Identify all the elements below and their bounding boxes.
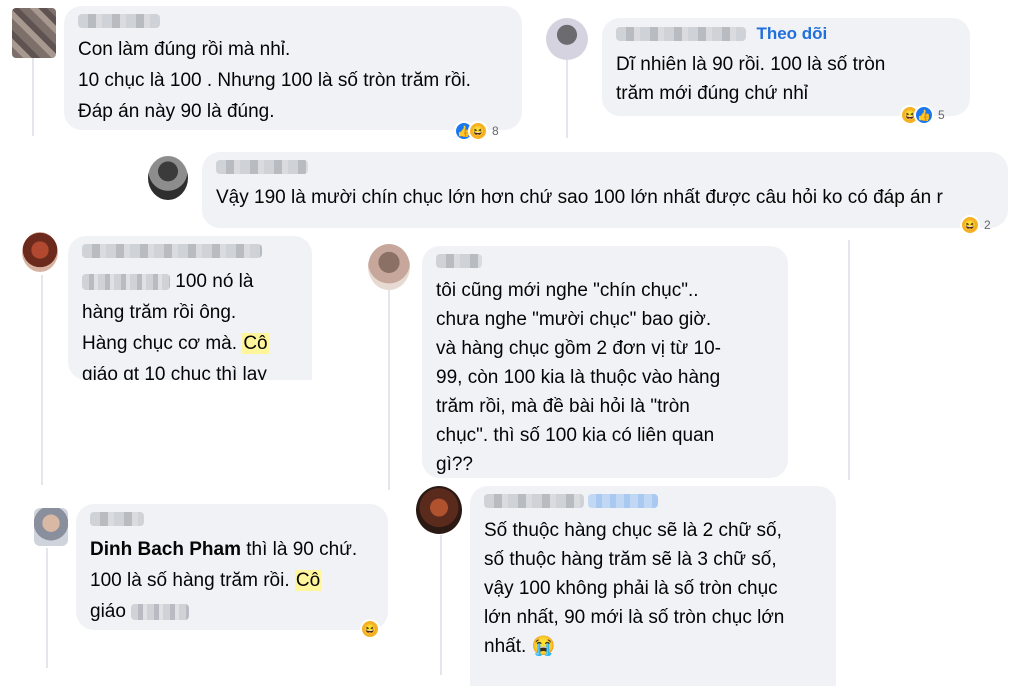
highlighted-text: Cô	[294, 570, 322, 591]
haha-icon: 😆	[360, 619, 380, 639]
comment-bubble: Con làm đúng rồi mà nhỉ. 10 chục là 100 …	[64, 6, 522, 130]
avatar[interactable]	[546, 18, 588, 60]
comment-text: giáo	[90, 601, 126, 622]
comment-text-line: 100 nó là	[82, 266, 298, 297]
thread-line	[848, 240, 850, 480]
comment-text: số thuộc hàng trăm sẽ là 3 chữ số,	[484, 549, 777, 570]
comment-text-line: nhất. 😭	[484, 632, 822, 661]
highlighted-text: Cô	[242, 333, 269, 354]
comment-text: 100 là số hàng trăm rồi.	[90, 570, 295, 591]
comment-text: vậy 100 không phải là số tròn chục	[484, 578, 778, 599]
comment-bubble: Dinh Bach Pham thì là 90 chứ. 100 là số …	[76, 504, 388, 630]
avatar[interactable]	[368, 244, 410, 290]
comment-text: 99, còn 100 kia là thuộc vào hàng	[436, 367, 721, 388]
thread-line	[440, 535, 442, 675]
reaction-count: 2	[984, 218, 991, 232]
comment-text-line: 100 là số hàng trăm rồi. Cô	[90, 565, 374, 596]
comment-text: Vậy 190 là mười chín chục lớn hơn chứ sa…	[216, 187, 943, 208]
comment-bubble: Số thuộc hàng chục sẽ là 2 chữ số, số th…	[470, 486, 836, 686]
avatar[interactable]	[34, 508, 68, 546]
comment-text: Hàng chục cơ mà.	[82, 333, 238, 354]
blurred-author-name	[216, 159, 308, 174]
comment-text: Đáp án này 90 là đúng.	[78, 101, 275, 122]
comment-text: chục". thì số 100 kia có liên quan	[436, 425, 715, 446]
avatar[interactable]	[22, 232, 58, 272]
blurred-author-name	[616, 27, 746, 41]
reaction-count: 5	[938, 108, 945, 122]
comment-text: Con làm đúng rồi mà nhỉ.	[78, 39, 291, 60]
blurred-author-name	[484, 493, 584, 508]
reaction-count: 8	[492, 124, 499, 138]
tagged-author[interactable]: Dinh Bach Pham	[90, 539, 241, 560]
comment-text-line: Dinh Bach Pham thì là 90 chứ.	[90, 534, 374, 565]
blurred-author-name	[436, 253, 482, 268]
blurred-author-name	[78, 13, 160, 28]
avatar[interactable]	[12, 8, 56, 58]
comment-text: Số thuộc hàng chục sẽ là 2 chữ số,	[484, 520, 782, 541]
blurred-author-name	[90, 511, 144, 526]
thread-line	[46, 548, 48, 668]
thread-line	[388, 290, 390, 490]
thumbs-up-icon: 👍	[914, 105, 934, 125]
comment-text-line: giáo	[90, 596, 374, 627]
reaction-summary[interactable]: 😆 👍 5	[900, 104, 945, 126]
avatar[interactable]	[148, 156, 188, 200]
reaction-summary[interactable]: 😆	[360, 618, 380, 640]
comment-text: tôi cũng mới nghe "chín chục"..	[436, 280, 699, 301]
comment-text-line: Hàng chục cơ mà. Cô	[82, 328, 298, 359]
comment-bubble: Vậy 190 là mười chín chục lớn hơn chứ sa…	[202, 152, 1008, 228]
comment-bubble: Theo dõi Dĩ nhiên là 90 rồi. 100 là số t…	[602, 18, 970, 116]
blurred-author-name	[588, 493, 659, 508]
comment-bubble: tôi cũng mới nghe "chín chục".. chưa ngh…	[422, 246, 788, 478]
follow-link[interactable]: Theo dõi	[756, 24, 827, 43]
comment-text: thì là 90 chứ.	[240, 539, 358, 560]
haha-icon: 😆	[468, 121, 488, 141]
comment-text: chưa nghe "mười chục" bao giờ.	[436, 309, 712, 330]
crying-face-icon: 😭	[531, 636, 556, 657]
thread-line	[32, 58, 34, 136]
reaction-summary[interactable]: 😆 2	[960, 214, 991, 236]
comment-text: 10 chục là 100 . Nhưng 100 là số tròn tr…	[78, 70, 471, 91]
comment-text: trăm rồi, mà đề bài hỏi là "tròn	[436, 396, 690, 417]
avatar[interactable]	[416, 486, 462, 534]
comment-text: Dĩ nhiên là 90 rồi. 100 là số tròn	[616, 54, 886, 75]
comment-text: nhất.	[484, 636, 527, 657]
comment-text: 100 nó là	[170, 271, 254, 292]
comment-bubble: 100 nó là hàng trăm rồi ông. Hàng chục c…	[68, 236, 312, 380]
comment-text: và hàng chục gồm 2 đơn vị từ 10-	[436, 338, 721, 359]
thread-line	[566, 58, 568, 138]
blurred-author-name	[82, 243, 262, 258]
comment-text: hàng trăm rồi ông.	[82, 302, 237, 323]
comment-text: lớn nhất, 90 mới là số tròn chục lớn	[484, 607, 785, 628]
comment-text: giáo gt 10 chục thì lạy	[82, 364, 267, 380]
blurred-text	[131, 603, 190, 620]
thread-line	[41, 275, 43, 485]
blurred-text	[82, 273, 170, 290]
haha-icon: 😆	[960, 215, 980, 235]
comment-text: gì??	[436, 454, 473, 475]
reaction-summary[interactable]: 👍 😆 8	[454, 120, 499, 142]
